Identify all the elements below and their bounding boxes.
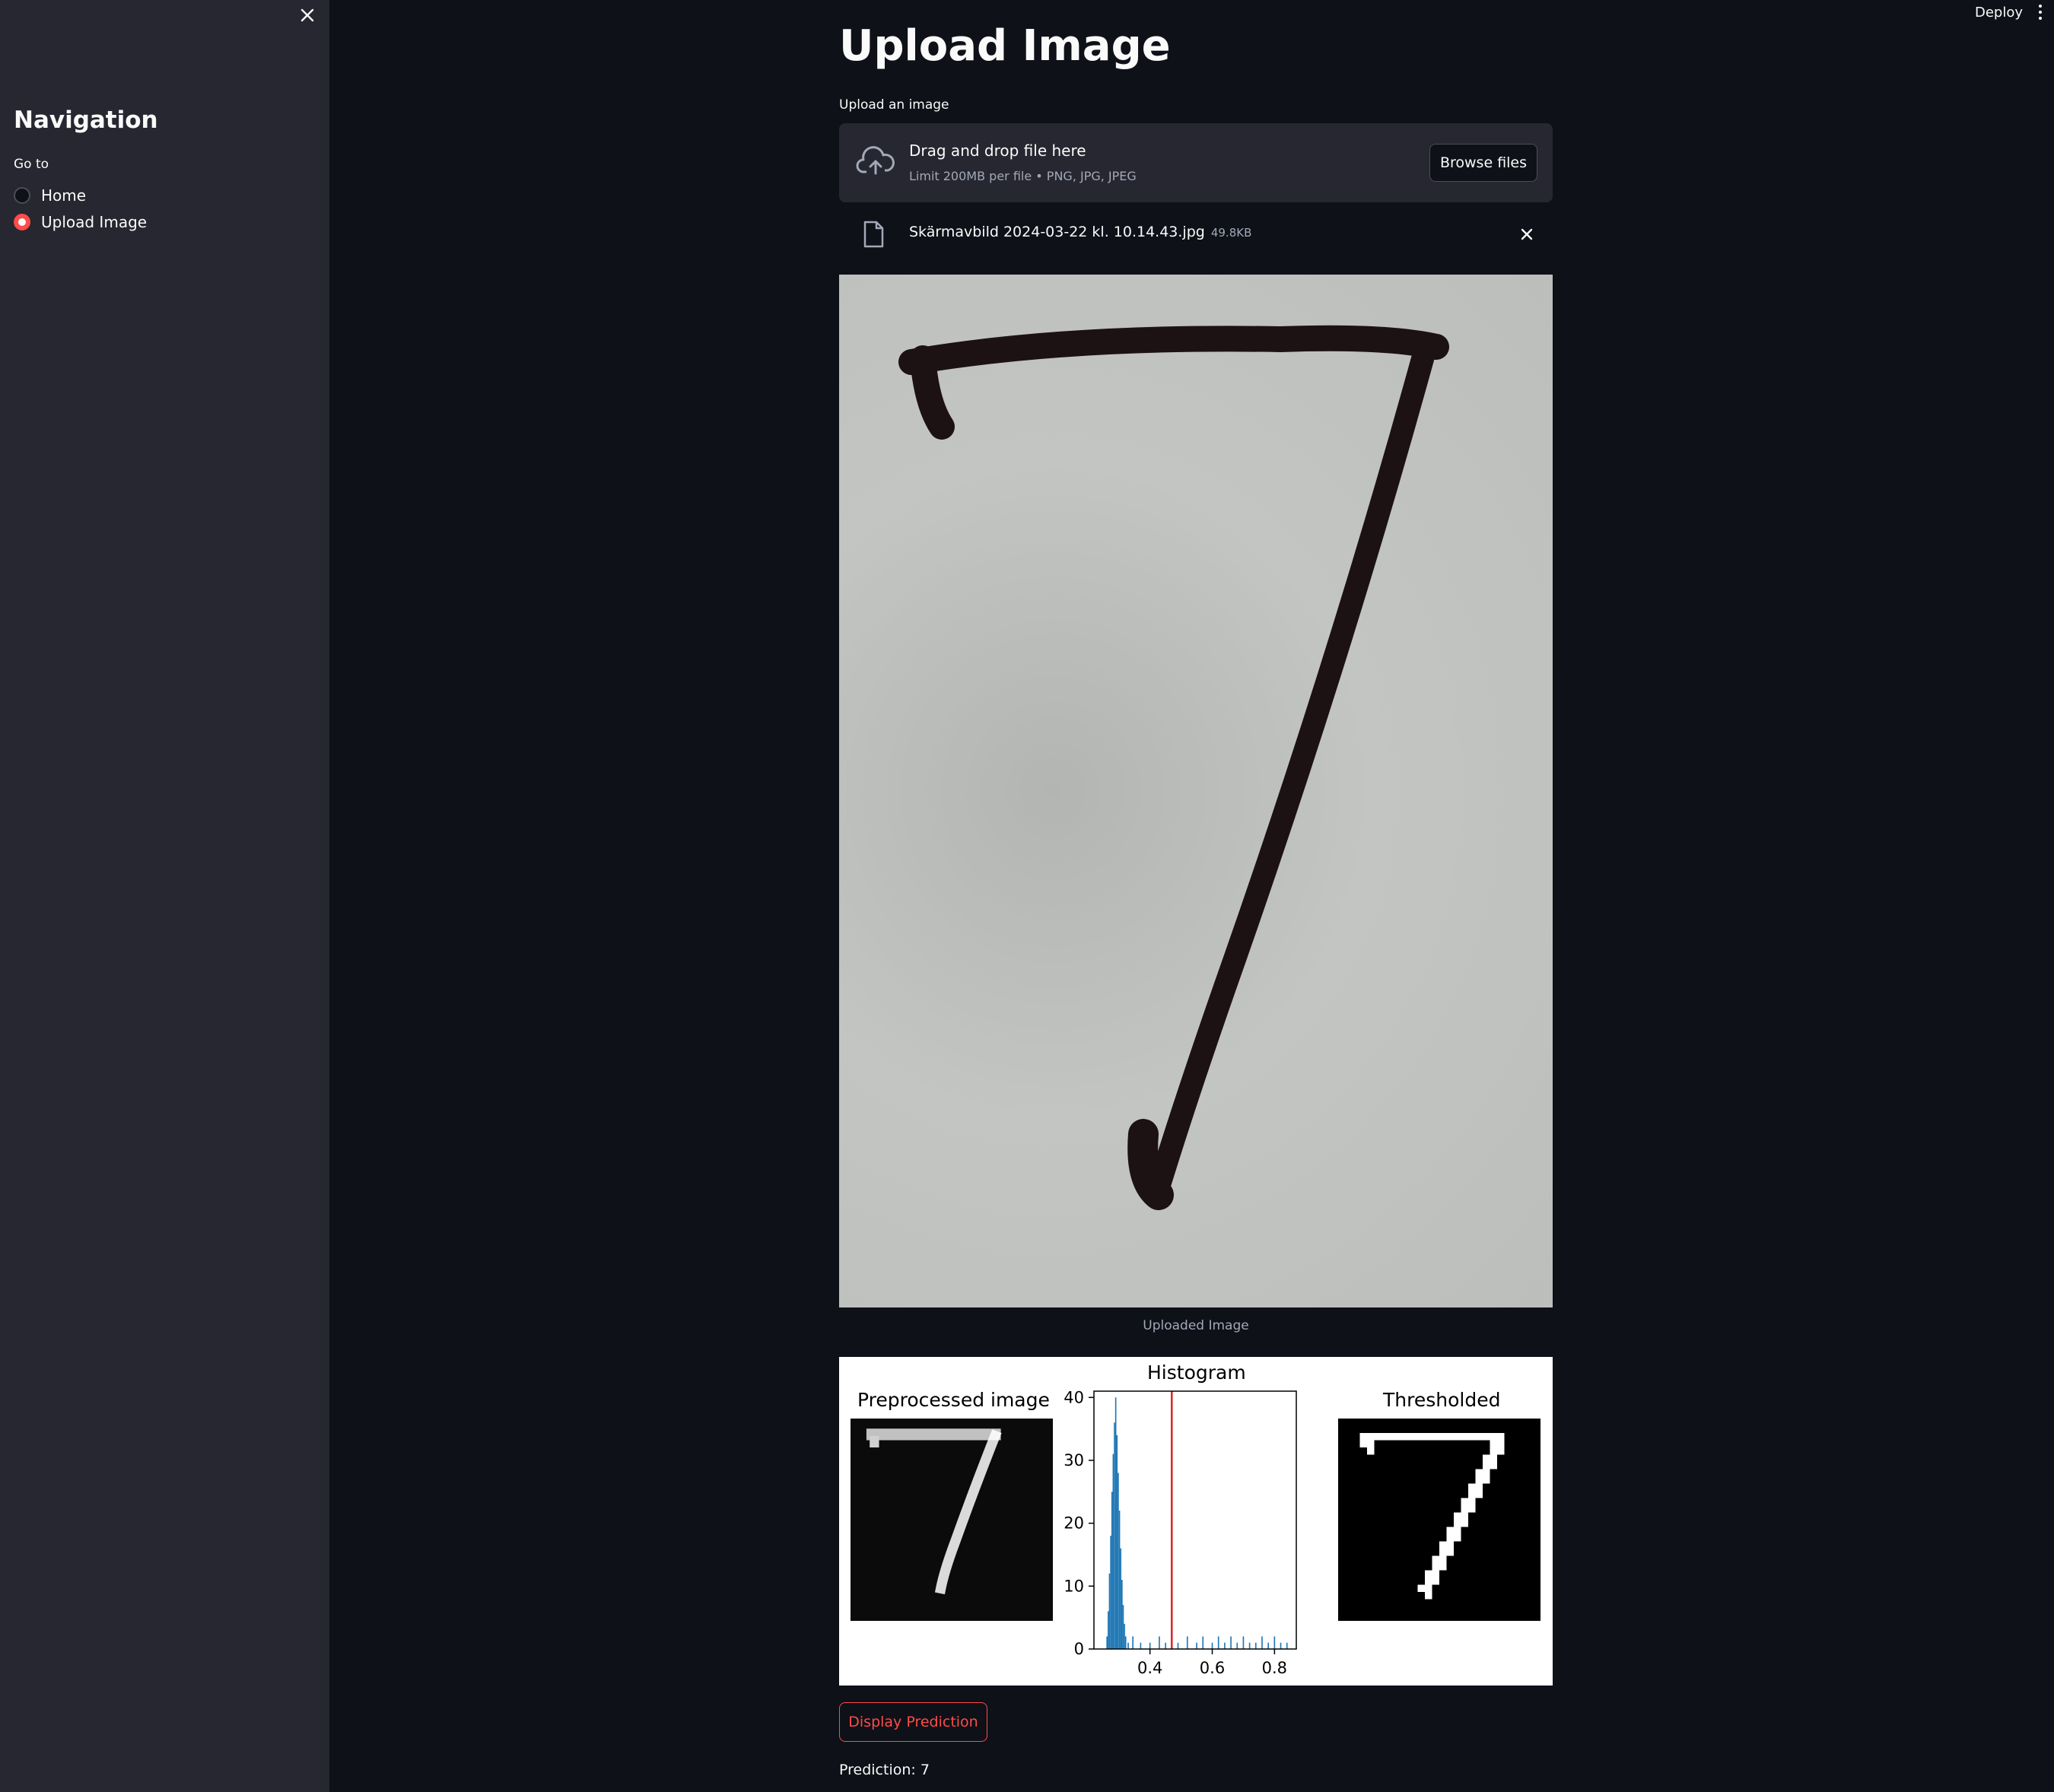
histogram-bar xyxy=(1273,1636,1276,1649)
histogram-bar xyxy=(1108,1611,1109,1649)
uploaded-file-row: Skärmavbild 2024-03-22 kl. 10.14.43.jpg 4… xyxy=(839,216,1553,253)
file-name-text: Skärmavbild 2024-03-22 kl. 10.14.43.jpg xyxy=(909,224,1205,240)
histogram-bar xyxy=(1120,1548,1122,1649)
prediction-result: Prediction: 7 xyxy=(839,1762,930,1778)
histogram-bar xyxy=(1106,1636,1108,1649)
histogram-bar xyxy=(1248,1642,1251,1649)
histogram-bar xyxy=(1118,1473,1119,1649)
radio-checked-icon[interactable] xyxy=(14,214,30,230)
preprocessing-figure: Preprocessed image Histogram 0.4 0.6 0.8 0 1… xyxy=(839,1357,1553,1686)
uploader-label: Upload an image xyxy=(839,97,949,113)
histogram-bar xyxy=(1236,1642,1238,1649)
histogram-bar xyxy=(1132,1636,1134,1649)
close-sidebar-icon[interactable] xyxy=(297,5,318,26)
y-tick-label: 30 xyxy=(1064,1451,1084,1470)
radio-option-home[interactable]: Home xyxy=(14,186,86,205)
histogram-bar xyxy=(1114,1422,1115,1649)
histogram-bar xyxy=(1116,1435,1118,1649)
radio-unchecked-icon[interactable] xyxy=(14,187,30,204)
histogram-bar xyxy=(1230,1636,1232,1649)
histogram-bar xyxy=(1280,1642,1282,1649)
main-menu-icon[interactable] xyxy=(2036,5,2045,23)
histogram-bar xyxy=(1121,1580,1123,1649)
uploaded-image xyxy=(839,275,1553,1307)
uploaded-file-name: Skärmavbild 2024-03-22 kl. 10.14.43.jpg 4… xyxy=(909,224,1251,240)
y-tick-label: 20 xyxy=(1064,1514,1084,1533)
thresholded-title: Thresholded xyxy=(1383,1389,1501,1411)
histogram-bar xyxy=(1217,1636,1219,1649)
thresholded-image xyxy=(1338,1419,1540,1621)
histogram-bar xyxy=(1122,1605,1124,1649)
x-tick-label: 0.8 xyxy=(1262,1659,1287,1677)
histogram-bar xyxy=(1108,1573,1111,1649)
histogram-frame xyxy=(1093,1390,1297,1650)
file-icon xyxy=(863,221,884,248)
x-tick-label: 0.4 xyxy=(1137,1659,1162,1677)
histogram-bar xyxy=(1149,1642,1151,1649)
histogram-bar xyxy=(1254,1642,1257,1649)
y-tick-label: 10 xyxy=(1064,1577,1084,1595)
y-tick-label: 40 xyxy=(1064,1388,1084,1406)
browse-files-button[interactable]: Browse files xyxy=(1429,144,1537,182)
remove-file-icon[interactable] xyxy=(1516,224,1537,245)
cloud-upload-icon xyxy=(856,146,895,175)
histogram-bar xyxy=(1186,1636,1188,1649)
file-size: 49.8KB xyxy=(1210,226,1252,240)
histogram-bar xyxy=(1114,1397,1117,1649)
sidebar-title: Navigation xyxy=(14,106,158,134)
histogram-bar xyxy=(1267,1642,1269,1649)
radio-group-label: Go to xyxy=(14,157,49,172)
histogram-bar xyxy=(1140,1642,1142,1649)
histogram-bar xyxy=(1111,1492,1113,1649)
page-title: Upload Image xyxy=(839,21,1171,71)
histogram-bar xyxy=(1211,1642,1213,1649)
radio-option-label: Upload Image xyxy=(41,213,148,231)
histogram-bar xyxy=(1177,1642,1179,1649)
handwritten-digit-photo xyxy=(898,325,1449,1210)
histogram-bar xyxy=(1112,1454,1114,1649)
histogram-bar xyxy=(1159,1636,1160,1649)
sidebar: Navigation Go to Home Upload Image xyxy=(0,0,329,1792)
radio-option-label: Home xyxy=(41,186,87,205)
radio-option-upload-image[interactable]: Upload Image xyxy=(14,213,147,231)
file-dropzone[interactable]: Drag and drop file here Limit 200MB per … xyxy=(839,123,1553,202)
image-caption: Uploaded Image xyxy=(1143,1318,1249,1333)
histogram-bar xyxy=(1118,1511,1121,1649)
histogram-bar xyxy=(1242,1636,1245,1649)
histogram-bar xyxy=(1286,1642,1288,1649)
y-tick-label: 0 xyxy=(1074,1640,1084,1658)
dropzone-limit-text: Limit 200MB per file • PNG, JPG, JPEG xyxy=(909,169,1137,183)
histogram-bar xyxy=(1224,1642,1226,1649)
histogram-bar xyxy=(1127,1642,1129,1649)
histogram-bar xyxy=(1124,1636,1127,1649)
histogram-bar xyxy=(1202,1636,1204,1649)
histogram-bar xyxy=(1165,1642,1166,1649)
deploy-button[interactable]: Deploy xyxy=(1975,5,2023,21)
display-prediction-button[interactable]: Display Prediction xyxy=(839,1702,987,1742)
x-tick-label: 0.6 xyxy=(1200,1659,1225,1677)
histogram-bar xyxy=(1124,1623,1125,1649)
histogram-bar xyxy=(1196,1642,1197,1649)
dropzone-instructions: Drag and drop file here xyxy=(909,141,1086,160)
histogram-bar xyxy=(1110,1536,1111,1649)
histogram-bar xyxy=(1261,1636,1263,1649)
